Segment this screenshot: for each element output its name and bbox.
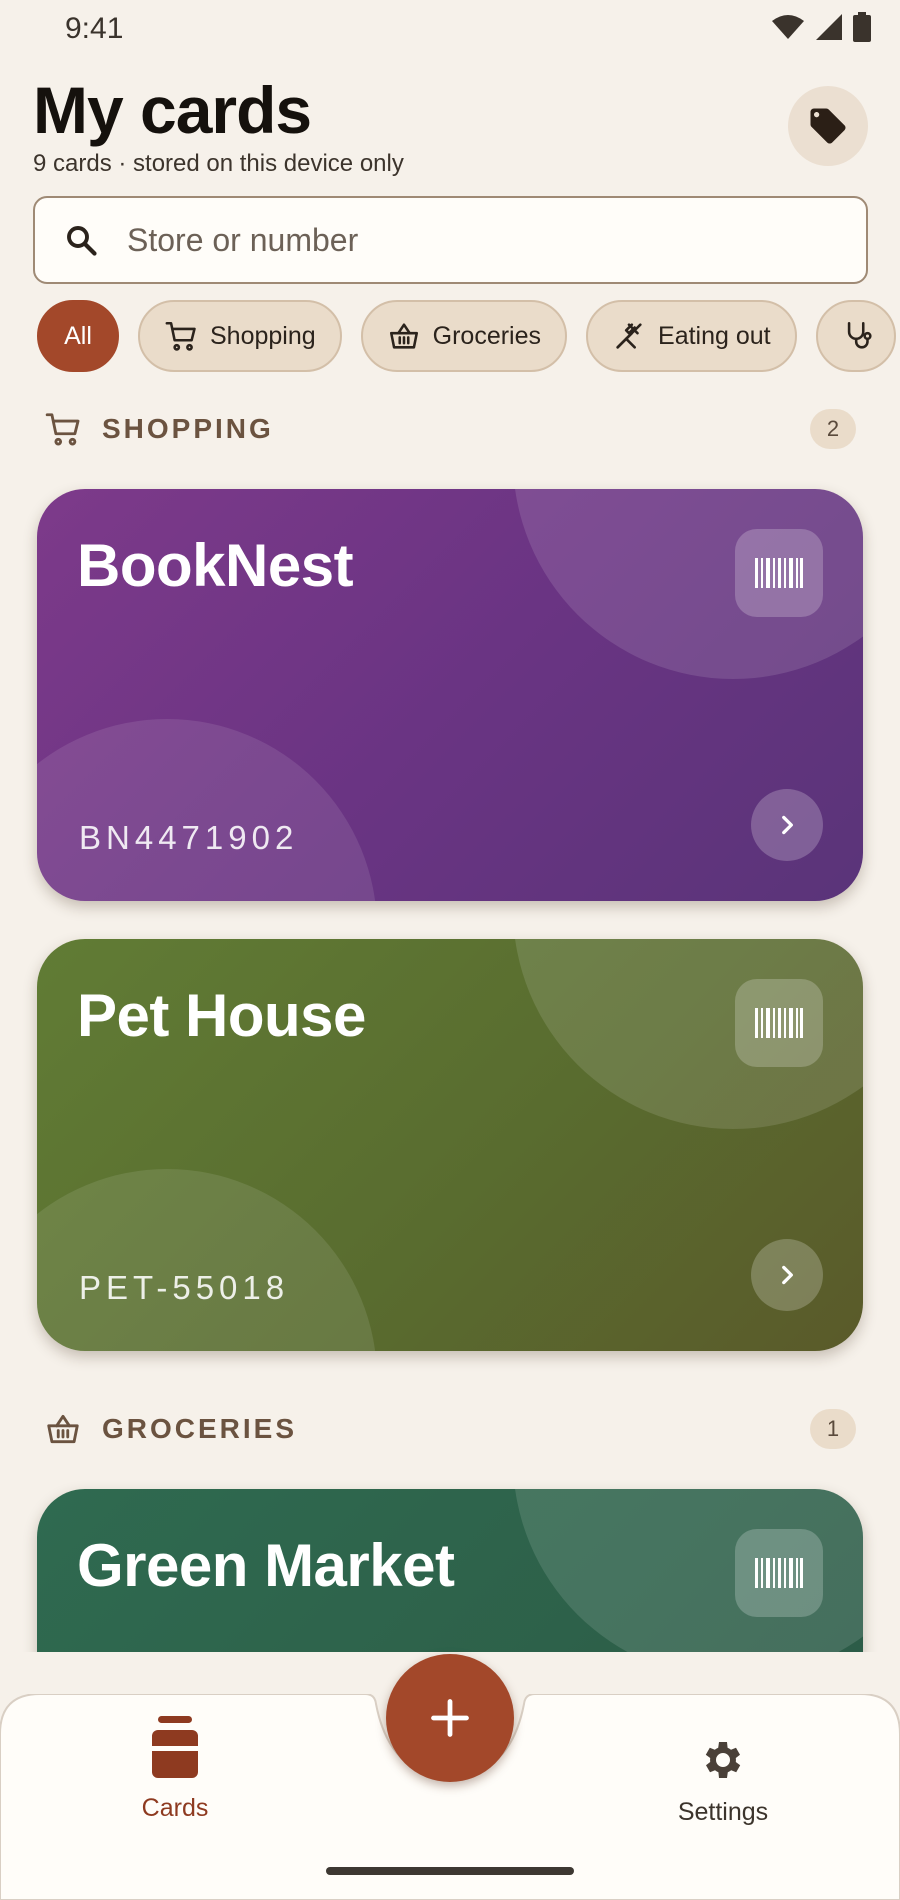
open-card-button[interactable]: [751, 789, 823, 861]
card-number: PET-55018: [79, 1269, 290, 1306]
section-header-groceries: GROCERIES 1: [44, 1407, 856, 1451]
card-decor: [37, 719, 377, 901]
chevron-right-icon: [782, 1265, 793, 1285]
show-barcode-button[interactable]: [735, 979, 823, 1067]
chevron-right-icon: [782, 815, 793, 835]
section-header-shopping: SHOPPING 2: [44, 407, 856, 451]
nav-label-settings: Settings: [677, 1798, 769, 1826]
barcode-icon: [755, 558, 803, 588]
loyalty-card-green-market[interactable]: Green Market: [37, 1489, 863, 1652]
cart-icon: [45, 413, 80, 446]
card-icon: [152, 1716, 198, 1778]
basket-icon: [47, 1414, 79, 1444]
cards-scroll-area[interactable]: SHOPPING 2 BookNest BN4471902 Pet House …: [0, 0, 900, 1652]
card-number: BN4471902: [79, 819, 299, 856]
nav-settings[interactable]: Settings: [658, 1736, 788, 1827]
barcode-icon: [755, 1558, 803, 1588]
card-store-name: Green Market: [77, 1532, 455, 1599]
gear-icon: [705, 1742, 741, 1778]
section-label: GROCERIES: [102, 1413, 298, 1444]
card-store-name: BookNest: [77, 532, 354, 599]
nav-label-cards: Cards: [141, 1794, 209, 1822]
open-card-button[interactable]: [751, 1239, 823, 1311]
plus-icon: [431, 1699, 469, 1737]
section-label: SHOPPING: [102, 413, 274, 444]
add-card-button[interactable]: [386, 1654, 514, 1782]
barcode-icon: [755, 1008, 803, 1038]
show-barcode-button[interactable]: [735, 529, 823, 617]
section-count-badge: 1: [810, 1409, 856, 1449]
loyalty-card-booknest[interactable]: BookNest BN4471902: [37, 489, 863, 901]
home-indicator[interactable]: [326, 1867, 574, 1875]
card-store-name: Pet House: [77, 982, 366, 1049]
nav-cards[interactable]: Cards: [110, 1716, 240, 1823]
show-barcode-button[interactable]: [735, 1529, 823, 1617]
card-decor: [37, 1169, 377, 1351]
loyalty-card-pet-house[interactable]: Pet House PET-55018: [37, 939, 863, 1351]
section-count-badge: 2: [810, 409, 856, 449]
